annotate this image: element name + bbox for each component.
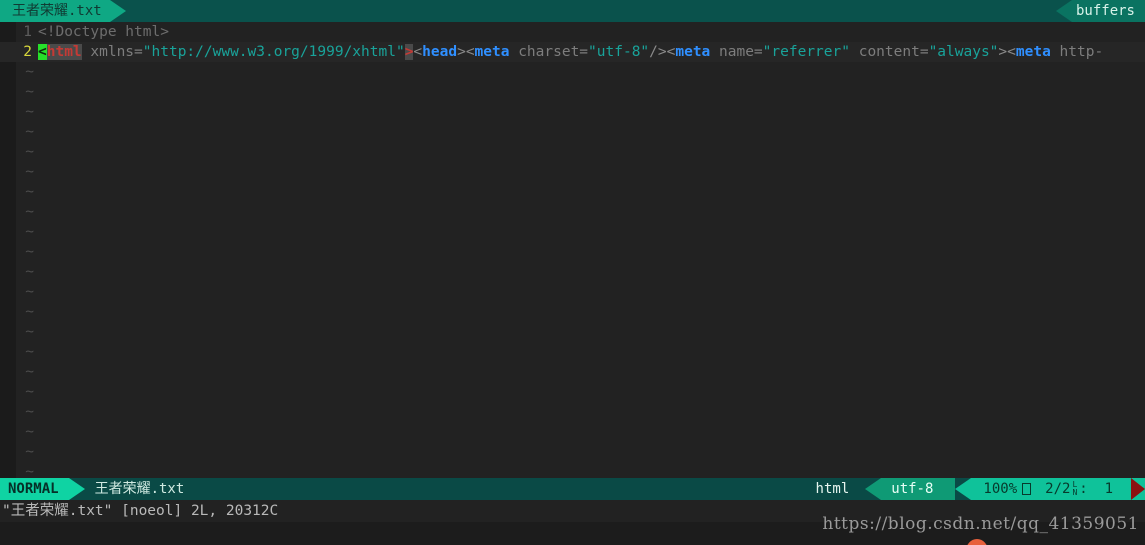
empty-line-marker: ~	[0, 82, 40, 102]
status-position-group: 100% 2/2LN: 1	[971, 478, 1131, 500]
status-filler	[194, 478, 807, 500]
token-punc	[1051, 44, 1060, 60]
line-content: <html xmlns="http://www.w3.org/1999/xhtm…	[38, 44, 1103, 60]
empty-line-marker: ~	[0, 422, 40, 442]
line-number: 2	[0, 42, 38, 62]
status-filename: 王者荣耀.txt	[85, 478, 195, 500]
token-tag: meta	[675, 44, 710, 60]
token-attr: xmlns=	[90, 44, 142, 60]
line-number-glyph-icon: LN	[1072, 481, 1077, 497]
token-val: "utf-8"	[588, 44, 649, 60]
empty-line-marker: ~	[0, 462, 40, 478]
token-punc: >	[998, 44, 1007, 60]
empty-line-marker: ~	[0, 282, 40, 302]
empty-line-marker: ~	[0, 382, 40, 402]
status-arrow-encoding-icon	[865, 478, 881, 500]
status-filetype: html	[808, 478, 866, 500]
token-punc: <	[1007, 44, 1016, 60]
code-lines: 1<!Doctype html>2<html xmlns="http://www…	[0, 22, 1145, 62]
token-comment: <!Doctype html>	[38, 24, 169, 40]
token-punc: <	[413, 44, 422, 60]
empty-line-marker: ~	[0, 142, 40, 162]
status-arrow-mode-icon	[69, 478, 85, 500]
tab-separator-arrow-icon	[110, 0, 126, 22]
token-punc	[509, 44, 518, 60]
statusline: NORMAL 王者荣耀.txt html utf-8 100% 2/2LN: 1	[0, 478, 1145, 500]
token-cursor: <	[38, 44, 47, 60]
token-tag: head	[422, 44, 457, 60]
empty-line-marker: ~	[0, 402, 40, 422]
token-punc: <	[466, 44, 475, 60]
token-match: html	[47, 44, 82, 60]
empty-line-marker: ~	[0, 222, 40, 242]
token-tag: meta	[1016, 44, 1051, 60]
status-mode: NORMAL	[0, 478, 69, 500]
token-val: "http://www.w3.org/1999/xhtml"	[143, 44, 405, 60]
tabline-buffers-label[interactable]: buffers	[1072, 0, 1145, 22]
status-percent: 100%	[983, 478, 1031, 500]
tabline: 王者荣耀.txt buffers	[0, 0, 1145, 22]
empty-line-marker: ~	[0, 202, 40, 222]
empty-line-marker: ~	[0, 362, 40, 382]
code-line[interactable]: 1<!Doctype html>	[0, 22, 1145, 42]
empty-line-marker: ~	[0, 162, 40, 182]
tabline-left-edge	[0, 0, 8, 22]
token-attr: name=	[719, 44, 763, 60]
token-tag: meta	[475, 44, 510, 60]
token-val: "always"	[929, 44, 999, 60]
empty-line-marker: ~	[0, 442, 40, 462]
token-val: "referrer"	[763, 44, 850, 60]
token-punc: >	[457, 44, 466, 60]
line-content: <!Doctype html>	[38, 24, 169, 40]
tab-active-buffer[interactable]: 王者荣耀.txt	[8, 0, 110, 22]
empty-line-marker: ~	[0, 122, 40, 142]
empty-line-marker: ~	[0, 62, 40, 82]
token-attr: content=	[859, 44, 929, 60]
editor-area[interactable]: 1<!Doctype html>2<html xmlns="http://www…	[0, 22, 1145, 478]
empty-line-marker: ~	[0, 102, 40, 122]
empty-line-marker: ~	[0, 242, 40, 262]
watermark-url: https://blog.csdn.net/qq_41359051	[822, 514, 1139, 534]
missing-glyph-box-icon	[1022, 483, 1031, 495]
code-line[interactable]: 2<html xmlns="http://www.w3.org/1999/xht…	[0, 42, 1145, 62]
line-number: 1	[0, 22, 38, 42]
empty-line-marker: ~	[0, 302, 40, 322]
token-punc	[850, 44, 859, 60]
status-encoding: utf-8	[881, 478, 955, 500]
token-punc: />	[649, 44, 666, 60]
empty-line-marker: ~	[0, 342, 40, 362]
tabline-filler	[126, 0, 1056, 22]
vim-window: 王者荣耀.txt buffers 1<!Doctype html>2<html …	[0, 0, 1145, 545]
token-punc	[710, 44, 719, 60]
token-attr: charset=	[518, 44, 588, 60]
status-arrow-position-icon	[955, 478, 971, 500]
status-end-arrow-icon	[1131, 478, 1145, 500]
empty-line-marker: ~	[0, 182, 40, 202]
buffers-separator-arrow-icon	[1056, 0, 1072, 22]
empty-line-markers: ~~~~~~~~~~~~~~~~~~~~~	[0, 62, 40, 478]
token-attr: http-	[1060, 44, 1104, 60]
empty-line-marker: ~	[0, 262, 40, 282]
empty-line-marker: ~	[0, 322, 40, 342]
status-line-ratio: 2/2LN: 1	[1045, 478, 1113, 500]
